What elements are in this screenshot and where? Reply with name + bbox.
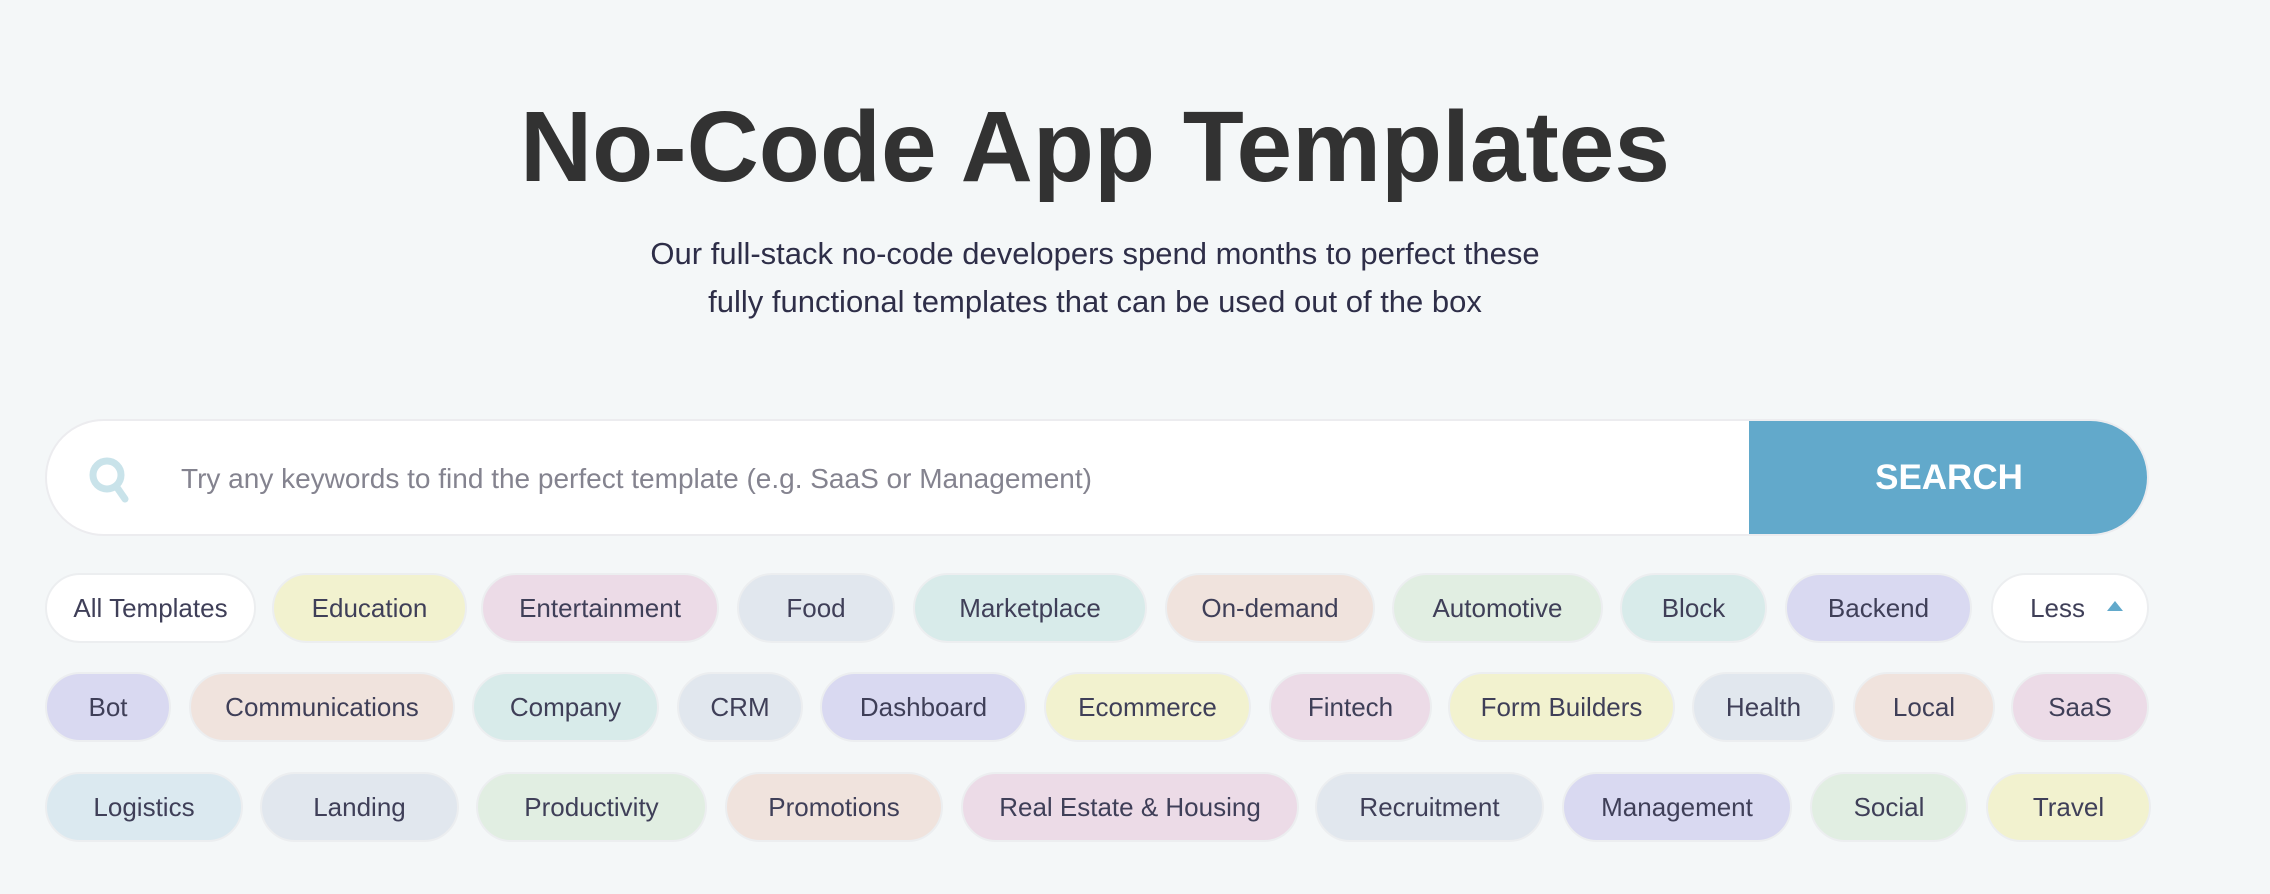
category-chip-education[interactable]: Education bbox=[272, 573, 467, 643]
chip-label: Management bbox=[1601, 791, 1753, 822]
chip-label: Ecommerce bbox=[1078, 691, 1217, 722]
chip-label: Bot bbox=[88, 691, 128, 722]
chip-label: Block bbox=[1661, 592, 1726, 623]
category-chip-entertainment[interactable]: Entertainment bbox=[481, 573, 719, 643]
chip-label: Fintech bbox=[1307, 691, 1394, 722]
chip-label: Logistics bbox=[93, 791, 195, 822]
chip-label: Form Builders bbox=[1480, 691, 1643, 722]
category-chip-ecommerce[interactable]: Ecommerce bbox=[1044, 672, 1251, 742]
category-chip-health[interactable]: Health bbox=[1692, 672, 1835, 742]
chip-label: CRM bbox=[710, 691, 770, 722]
category-chip-form-builders[interactable]: Form Builders bbox=[1448, 672, 1675, 742]
page-subtitle: Our full-stack no-code developers spend … bbox=[0, 230, 2190, 326]
search-button[interactable]: SEARCH bbox=[1749, 421, 2147, 534]
chip-label: Travel bbox=[2032, 791, 2105, 822]
chip-label: Social bbox=[1853, 791, 1925, 822]
category-chip-bot[interactable]: Bot bbox=[45, 672, 171, 742]
chip-label: Real Estate & Housing bbox=[999, 791, 1261, 822]
search-input[interactable] bbox=[179, 421, 1733, 534]
chip-label: Health bbox=[1725, 691, 1802, 722]
chip-label: On-demand bbox=[1201, 592, 1339, 623]
chip-label: Promotions bbox=[768, 791, 900, 822]
chip-label: Marketplace bbox=[959, 592, 1101, 623]
caret-up-icon bbox=[2107, 601, 2123, 611]
category-chip-logistics[interactable]: Logistics bbox=[45, 772, 243, 842]
category-chip-productivity[interactable]: Productivity bbox=[476, 772, 707, 842]
category-chip-recruitment[interactable]: Recruitment bbox=[1315, 772, 1544, 842]
category-chip-promotions[interactable]: Promotions bbox=[725, 772, 943, 842]
chip-label: Local bbox=[1892, 691, 1956, 722]
category-chip-fintech[interactable]: Fintech bbox=[1269, 672, 1432, 742]
category-chip-travel[interactable]: Travel bbox=[1986, 772, 2151, 842]
category-chip-on-demand[interactable]: On-demand bbox=[1165, 573, 1375, 643]
chip-label: Communications bbox=[225, 691, 419, 722]
category-chip-landing[interactable]: Landing bbox=[260, 772, 459, 842]
category-chip-crm[interactable]: CRM bbox=[677, 672, 803, 742]
category-chip-marketplace[interactable]: Marketplace bbox=[913, 573, 1147, 643]
page-title: No-Code App Templates bbox=[519, 91, 1671, 203]
chip-label: Landing bbox=[313, 791, 406, 822]
chip-label: Automotive bbox=[1432, 592, 1563, 623]
search-icon bbox=[89, 457, 133, 503]
chip-label: Backend bbox=[1827, 592, 1930, 623]
chip-label: Food bbox=[786, 592, 846, 623]
category-chip-management[interactable]: Management bbox=[1562, 772, 1792, 842]
category-chip-backend[interactable]: Backend bbox=[1785, 573, 1972, 643]
chip-label: Less bbox=[2030, 592, 2085, 623]
category-chip-real-estate-housing[interactable]: Real Estate & Housing bbox=[961, 772, 1299, 842]
category-chip-company[interactable]: Company bbox=[472, 672, 659, 742]
chip-label: Company bbox=[509, 691, 622, 722]
subtitle-line-1: Our full-stack no-code developers spend … bbox=[650, 236, 1540, 271]
category-chip-automotive[interactable]: Automotive bbox=[1392, 573, 1603, 643]
chip-label: Productivity bbox=[524, 791, 659, 822]
category-chip-food[interactable]: Food bbox=[737, 573, 895, 643]
subtitle-line-2: fully functional templates that can be u… bbox=[708, 284, 1482, 319]
category-chip-local[interactable]: Local bbox=[1853, 672, 1995, 742]
chip-label: SaaS bbox=[2048, 691, 2112, 722]
category-chip-communications[interactable]: Communications bbox=[189, 672, 455, 742]
chip-label: Dashboard bbox=[859, 691, 988, 722]
chip-label: All Templates bbox=[73, 592, 228, 623]
chip-label: Recruitment bbox=[1359, 791, 1500, 822]
category-chip-all-templates[interactable]: All Templates bbox=[45, 573, 256, 643]
search-bar: SEARCH bbox=[45, 419, 2149, 536]
category-chip-block[interactable]: Block bbox=[1620, 573, 1767, 643]
category-chip-saas[interactable]: SaaS bbox=[2011, 672, 2149, 742]
chip-label: Education bbox=[311, 592, 428, 623]
category-chip-social[interactable]: Social bbox=[1810, 772, 1968, 842]
show-less-toggle[interactable]: Less bbox=[1991, 573, 2149, 643]
chip-label: Entertainment bbox=[519, 592, 681, 623]
category-chip-dashboard[interactable]: Dashboard bbox=[820, 672, 1027, 742]
